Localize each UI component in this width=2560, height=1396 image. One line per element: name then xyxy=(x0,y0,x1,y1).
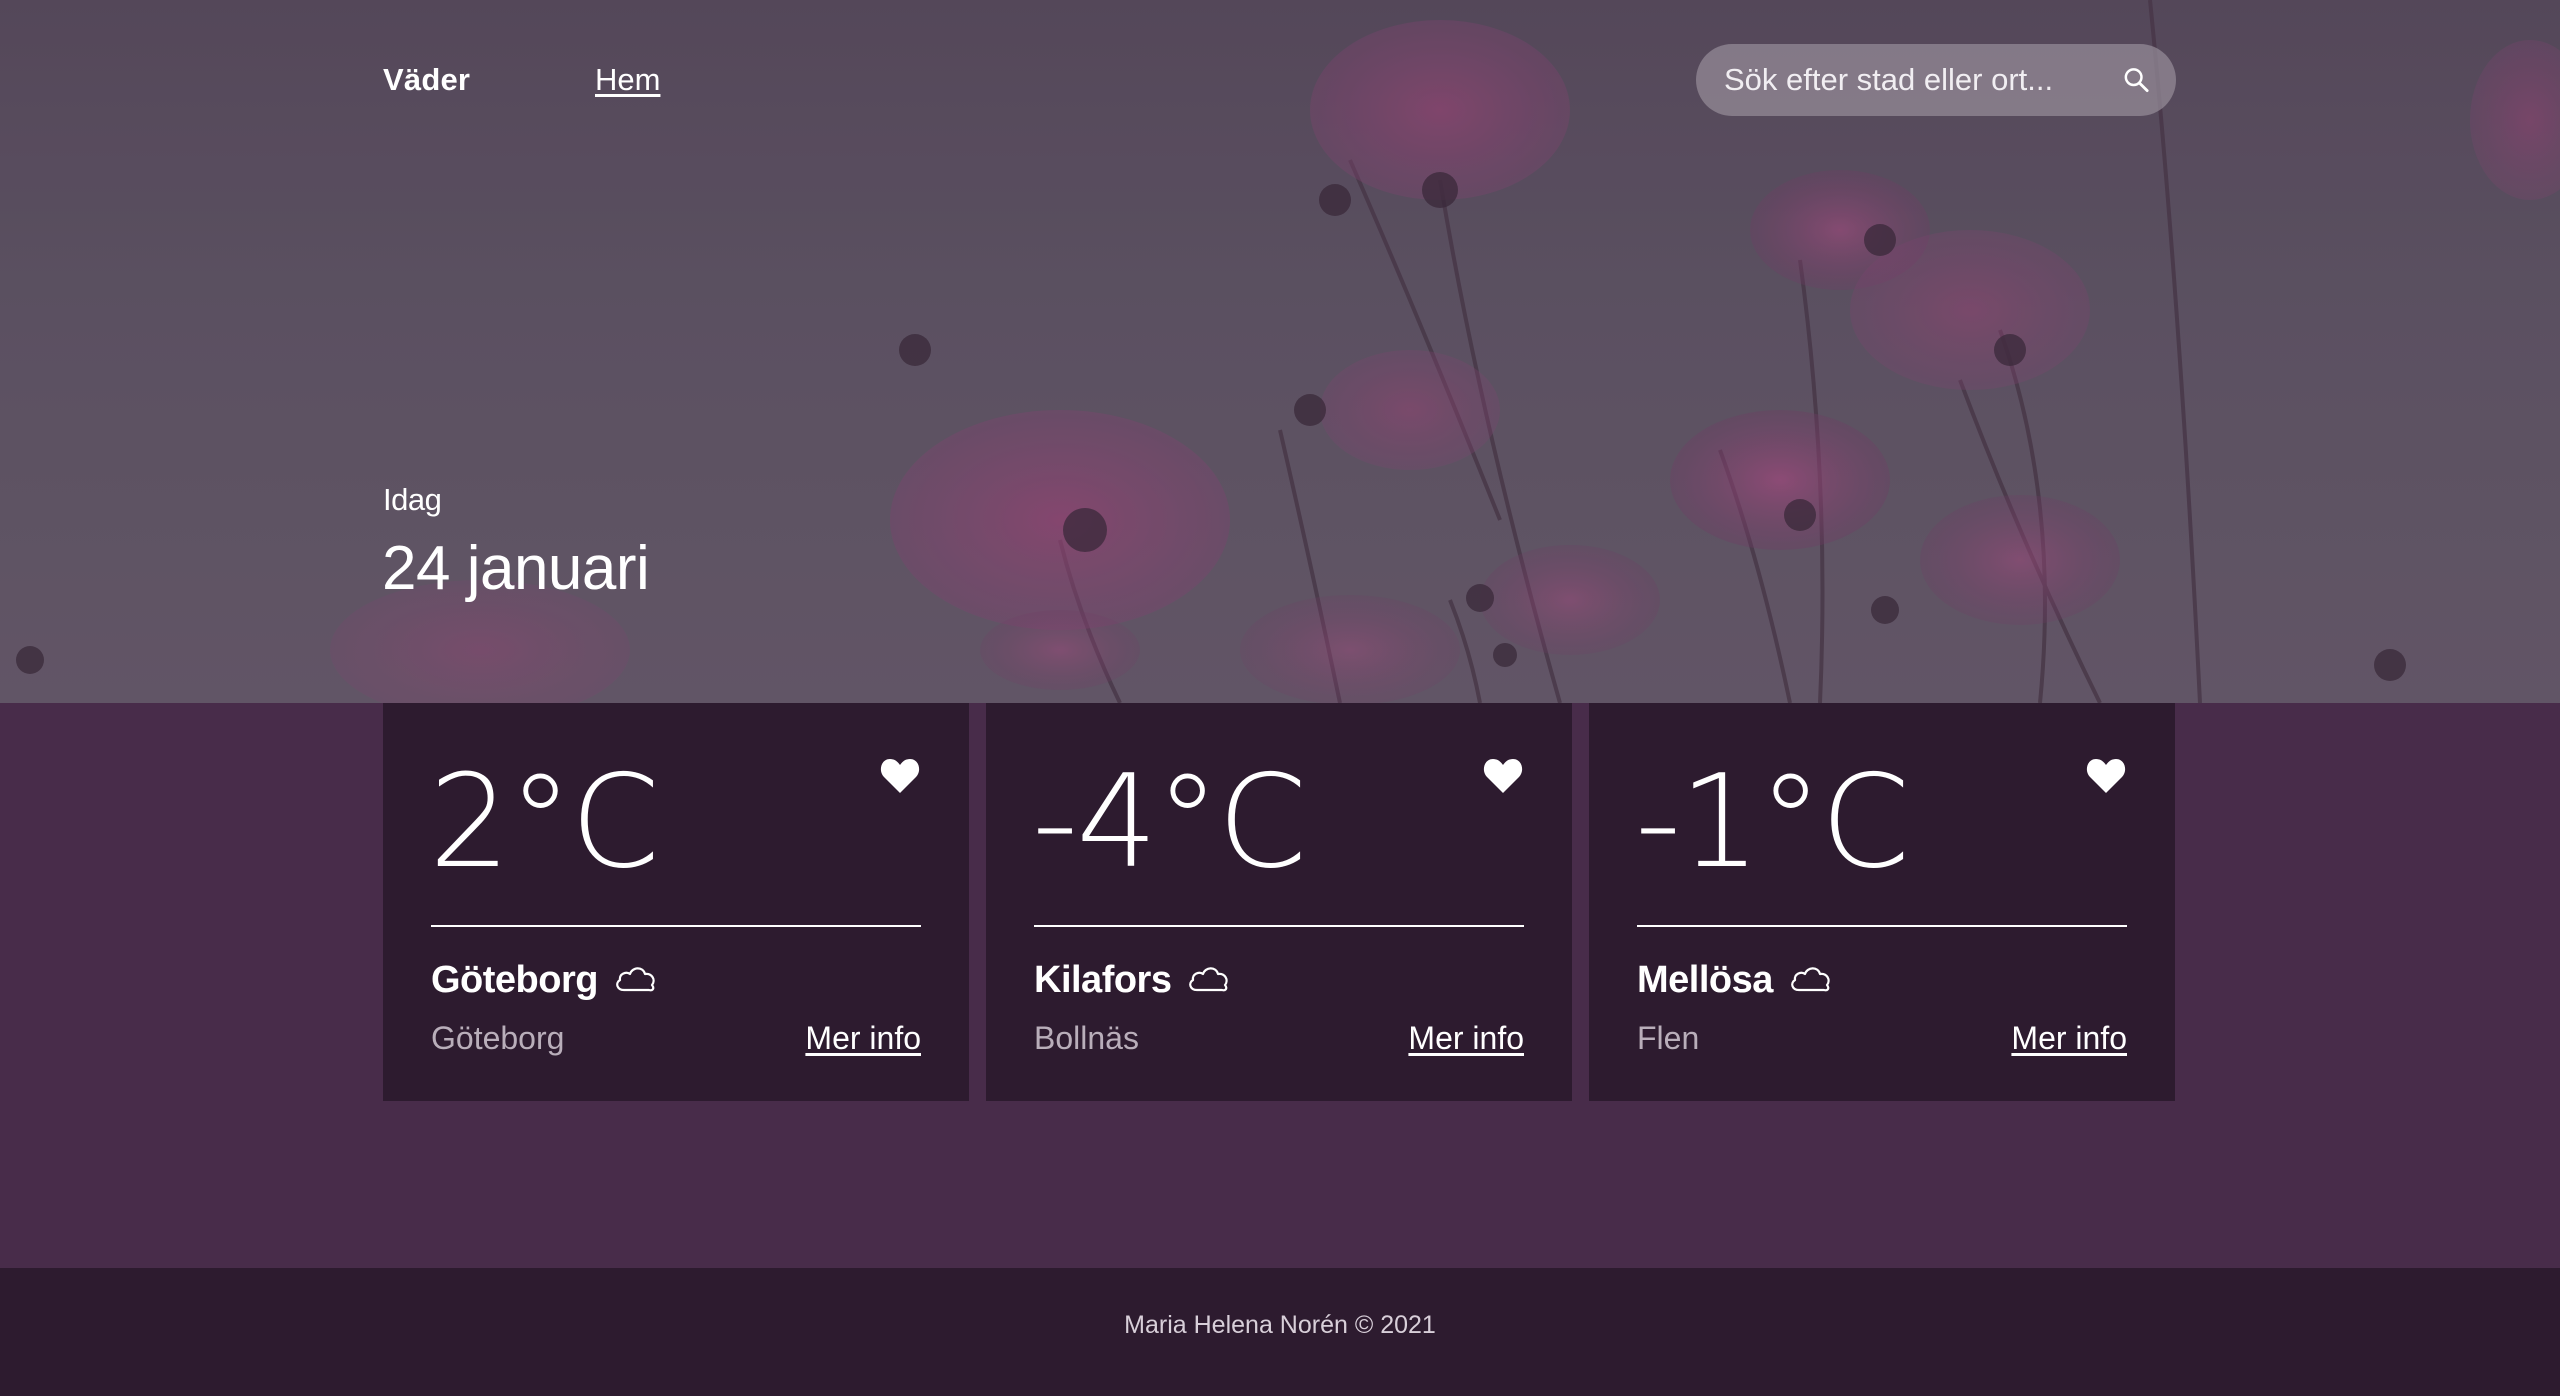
search-icon[interactable] xyxy=(2123,61,2150,99)
weather-cards: 2°C Göteborg Göteborg Mer info -4°C Kila… xyxy=(383,703,2175,1101)
city-name: Kilafors xyxy=(1034,959,1172,1001)
temperature: -1°C xyxy=(1635,748,1910,897)
search-input[interactable] xyxy=(1724,62,2123,98)
cloud-icon xyxy=(1791,966,1830,991)
region-name: Bollnäs xyxy=(1034,1020,1139,1056)
search-bar xyxy=(1696,44,2176,116)
weather-card: -4°C Kilafors Bollnäs Mer info xyxy=(986,703,1572,1101)
divider xyxy=(1034,925,1524,927)
footer: Maria Helena Norén © 2021 xyxy=(0,1268,2560,1396)
favorite-heart-icon[interactable] xyxy=(879,755,921,795)
hero-banner: Väder Hem Idag 24 januari xyxy=(0,0,2560,703)
footer-copyright: Maria Helena Norén © 2021 xyxy=(1124,1310,1436,1339)
weather-card: 2°C Göteborg Göteborg Mer info xyxy=(383,703,969,1101)
nav-link-home[interactable]: Hem xyxy=(595,62,660,98)
temperature: 2°C xyxy=(429,748,660,897)
region-name: Flen xyxy=(1637,1020,1700,1056)
date-value: 24 januari xyxy=(382,534,650,603)
cloud-icon xyxy=(1189,966,1229,991)
favorite-heart-icon[interactable] xyxy=(2085,755,2127,795)
site-brand[interactable]: Väder xyxy=(383,62,470,98)
city-row: Göteborg xyxy=(431,959,658,1002)
favorite-heart-icon[interactable] xyxy=(1482,755,1524,795)
date-label: Idag xyxy=(383,482,442,517)
region-name: Göteborg xyxy=(431,1020,565,1056)
more-info-link[interactable]: Mer info xyxy=(1408,1020,1524,1057)
city-name: Göteborg xyxy=(431,959,598,1001)
cloud-icon xyxy=(616,966,655,991)
more-info-link[interactable]: Mer info xyxy=(2011,1020,2127,1057)
city-row: Mellösa xyxy=(1637,959,1833,1002)
more-info-link[interactable]: Mer info xyxy=(805,1020,921,1057)
divider xyxy=(431,925,921,927)
divider xyxy=(1637,925,2127,927)
temperature: -4°C xyxy=(1032,748,1307,897)
weather-card: -1°C Mellösa Flen Mer info xyxy=(1589,703,2175,1101)
city-row: Kilafors xyxy=(1034,959,1231,1002)
city-name: Mellösa xyxy=(1637,959,1773,1001)
